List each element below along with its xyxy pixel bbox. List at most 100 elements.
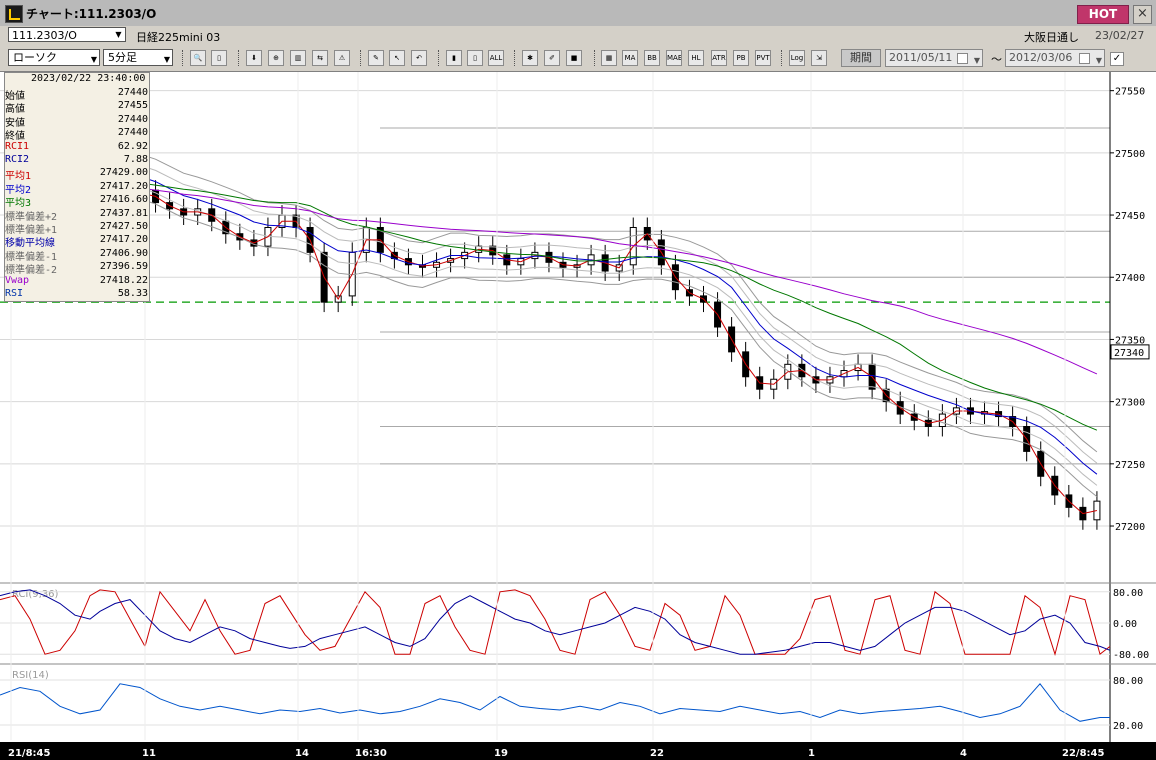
calendar-icon bbox=[1079, 53, 1090, 64]
log-label-button[interactable]: Log bbox=[789, 50, 805, 66]
gear-icon-button[interactable]: ✱ bbox=[522, 50, 538, 66]
zoom-icon-button[interactable]: 🔍 bbox=[190, 50, 206, 66]
price-tick-label: 27450 bbox=[1115, 211, 1145, 222]
chart-type-value: ローソク bbox=[13, 51, 57, 64]
time-axis-label: 4 bbox=[960, 748, 967, 759]
info-value: 58.33 bbox=[117, 288, 148, 299]
info-row: RCI1 62.92 bbox=[5, 141, 149, 154]
chart-background bbox=[0, 72, 1156, 760]
time-axis-label: 19 bbox=[494, 748, 508, 759]
export-icon-button[interactable]: ⇲ bbox=[811, 50, 827, 66]
time-axis-label: 22 bbox=[650, 748, 664, 759]
time-axis-label: 1 bbox=[808, 748, 815, 759]
info-row: 標準偏差-1 27406.90 bbox=[5, 248, 149, 263]
time-axis-label: 14 bbox=[295, 748, 309, 759]
candle-alt-icon-button[interactable]: ▯ bbox=[467, 50, 483, 66]
info-row: 平均1 27429.00 bbox=[5, 167, 149, 182]
info-value: 62.92 bbox=[117, 140, 148, 152]
pb-label-button[interactable]: PB bbox=[733, 50, 749, 66]
symbol-select[interactable]: 111.2303/O ▼ bbox=[8, 27, 126, 42]
bar-width-icon-button[interactable]: ▯ bbox=[211, 50, 227, 66]
undo-icon-button[interactable]: ↶ bbox=[411, 50, 427, 66]
magnify-plus-icon-button[interactable]: ⊕ bbox=[268, 50, 284, 66]
info-label: RSI bbox=[5, 288, 24, 299]
info-row: 平均3 27416.60 bbox=[5, 194, 149, 209]
hot-button[interactable]: HOT bbox=[1077, 5, 1129, 24]
toolbar-grip bbox=[514, 50, 517, 66]
info-label: RCI2 bbox=[5, 154, 30, 165]
chevron-down-icon: ▼ bbox=[973, 56, 980, 65]
brush-icon-button[interactable]: ✐ bbox=[544, 50, 560, 66]
info-value: 27418.22 bbox=[99, 274, 148, 286]
info-value: 27416.60 bbox=[99, 194, 148, 206]
pvt-label-button[interactable]: PVT bbox=[755, 50, 771, 66]
all-label-button[interactable]: ALL bbox=[488, 50, 504, 66]
ma-label-button[interactable]: MA bbox=[622, 50, 638, 66]
info-value: 27396.59 bbox=[99, 261, 148, 273]
symbol-bar: 111.2303/O ▼ 日経225mini 03 大阪日通し 23/02/27 bbox=[0, 26, 1156, 44]
date-from-field[interactable]: 2011/05/11 ▼ bbox=[885, 49, 983, 67]
rsi-panel-label: RSI(14) bbox=[12, 670, 49, 681]
info-value: 7.88 bbox=[123, 154, 148, 165]
trend-icon-button[interactable]: ⇆ bbox=[312, 50, 328, 66]
info-row: RCI2 7.88 bbox=[5, 154, 149, 167]
info-row: 終値 27440 bbox=[5, 127, 149, 142]
candle-icon-button[interactable]: ▮ bbox=[446, 50, 462, 66]
draw-line-icon-button[interactable]: ✎ bbox=[368, 50, 384, 66]
period-button[interactable]: 期間 bbox=[841, 49, 881, 67]
date-to-field[interactable]: 2012/03/06 ▼ bbox=[1005, 49, 1105, 67]
hl-label-button[interactable]: HL bbox=[688, 50, 704, 66]
rsi-tick-label: 20.00 bbox=[1113, 721, 1143, 732]
info-value: 27440 bbox=[117, 127, 148, 139]
date-from-value: 2011/05/11 bbox=[889, 51, 953, 64]
symbol-value: 111.2303/O bbox=[12, 29, 77, 42]
info-row: 標準偏差+1 27427.50 bbox=[5, 221, 149, 236]
chart-app-icon bbox=[5, 5, 23, 23]
rci-tick-label: 80.00 bbox=[1113, 588, 1143, 599]
info-value: 27440 bbox=[117, 87, 148, 98]
info-label: RCI1 bbox=[5, 140, 30, 152]
chevron-down-icon: ▼ bbox=[115, 30, 122, 39]
chart-icon-button[interactable]: ▥ bbox=[290, 50, 306, 66]
download-icon-button[interactable]: ⬇ bbox=[246, 50, 262, 66]
atr-label-button[interactable]: ATR bbox=[711, 50, 727, 66]
info-timestamp: 2023/02/22 23:40:00 bbox=[31, 73, 146, 84]
warning-icon-button[interactable]: ⚠ bbox=[334, 50, 350, 66]
chevron-down-icon: ▼ bbox=[90, 55, 97, 64]
time-axis-label: 22/8:45 bbox=[1062, 748, 1104, 759]
info-value: 27440 bbox=[117, 113, 148, 125]
close-button[interactable]: × bbox=[1133, 5, 1152, 24]
toolbar-grip bbox=[182, 50, 185, 66]
interval-value: 5分足 bbox=[108, 51, 137, 64]
price-tick-label: 27300 bbox=[1115, 398, 1145, 409]
exchange-name: 大阪日通し bbox=[1024, 31, 1079, 44]
toolbar-grip bbox=[238, 50, 241, 66]
info-panel: 2023/02/22 23:40:00 始値 27440 高値 27455 安値 2744… bbox=[4, 72, 150, 302]
toolbar-grip bbox=[594, 50, 597, 66]
mae-label-button[interactable]: MAE bbox=[666, 50, 682, 66]
window-title: チャート:111.2303/O bbox=[26, 7, 157, 21]
grid-icon-button[interactable]: ▦ bbox=[601, 50, 617, 66]
rci-tick-label: -80.00 bbox=[1113, 650, 1149, 661]
price-tick-label: 27550 bbox=[1115, 87, 1145, 98]
cursor-icon-button[interactable]: ↖ bbox=[389, 50, 405, 66]
period-checkbox[interactable]: ✓ bbox=[1110, 52, 1124, 66]
info-label: Vwap bbox=[5, 274, 30, 286]
bb-label-button[interactable]: BB bbox=[644, 50, 660, 66]
chevron-down-icon: ▼ bbox=[1095, 56, 1102, 65]
info-row: 標準偏差-2 27396.59 bbox=[5, 261, 149, 276]
color-icon-button[interactable]: ■ bbox=[566, 50, 582, 66]
price-chart[interactable]: 2755027500274502740027350273002725027200… bbox=[0, 72, 1156, 760]
info-value: 27437.81 bbox=[99, 207, 148, 219]
info-row: Vwap 27418.22 bbox=[5, 275, 149, 288]
current-date: 23/02/27 bbox=[1095, 29, 1145, 42]
date-range-separator: ～ bbox=[991, 53, 1002, 66]
instrument-name: 日経225mini 03 bbox=[136, 31, 221, 44]
chart-type-select[interactable]: ローソク ▼ bbox=[8, 49, 100, 66]
calendar-icon bbox=[957, 53, 968, 64]
time-axis-label: 11 bbox=[142, 748, 156, 759]
toolbar-grip bbox=[438, 50, 441, 66]
info-row: 標準偏差+2 27437.81 bbox=[5, 207, 149, 223]
interval-select[interactable]: 5分足 ▼ bbox=[103, 49, 173, 66]
toolbar-grip bbox=[360, 50, 363, 66]
